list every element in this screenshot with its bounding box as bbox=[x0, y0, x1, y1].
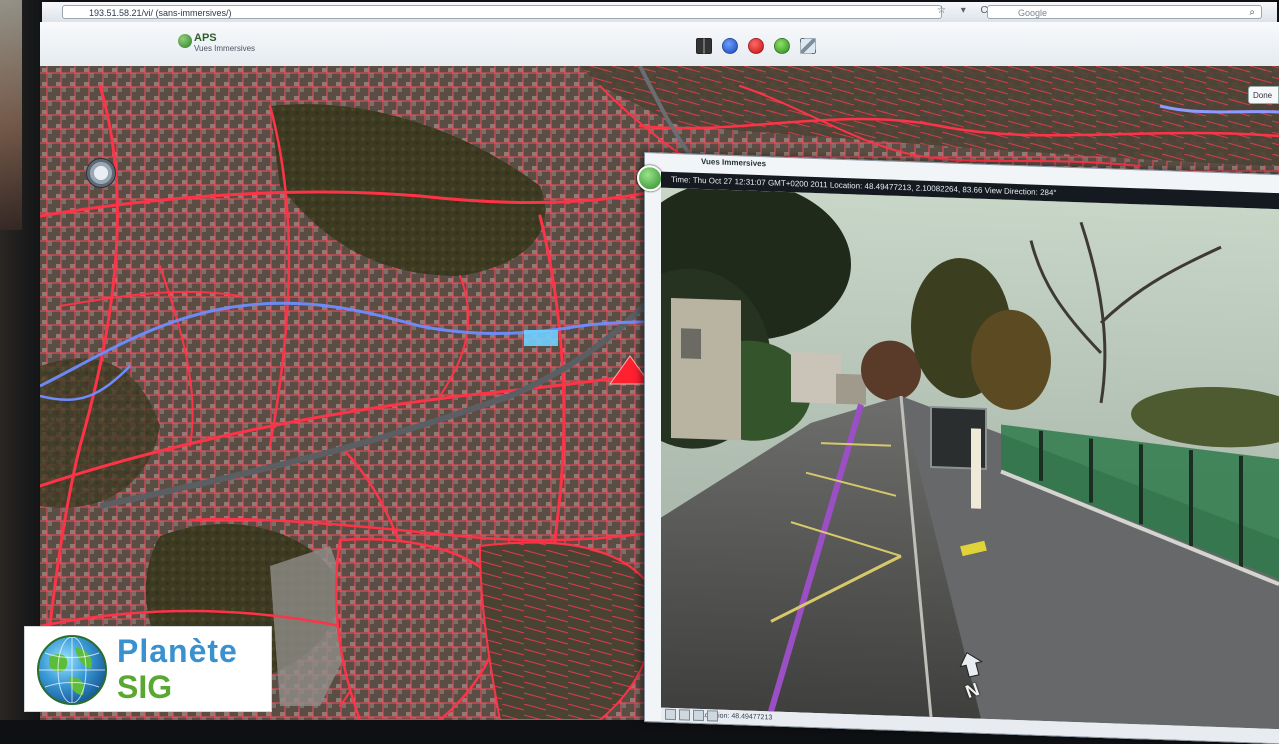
globe-icon bbox=[37, 635, 107, 705]
map-tab-button[interactable]: Done bbox=[1248, 86, 1279, 104]
watermark-line1: Planète bbox=[117, 633, 238, 669]
record-icon[interactable] bbox=[748, 38, 764, 54]
browser-toolbar: 193.51.58.21/vi/ (sans-immersives/) ☆ ▾ … bbox=[42, 2, 1277, 23]
app-header: APS Vues Immersives bbox=[40, 22, 1279, 67]
viewer-title: Vues Immersives bbox=[701, 156, 767, 169]
watermark-line2: SIG bbox=[117, 669, 173, 705]
address-bar[interactable]: 193.51.58.21/vi/ (sans-immersives/) bbox=[62, 5, 942, 19]
logo-mark-icon bbox=[178, 34, 192, 48]
app-toolbar bbox=[696, 38, 816, 58]
bezel-reflection bbox=[0, 0, 22, 230]
search-icon[interactable]: ⌕ bbox=[1249, 6, 1255, 20]
logo-text: APS bbox=[194, 32, 217, 44]
capture-icon[interactable] bbox=[665, 708, 676, 721]
channel-watermark: Planète SIG bbox=[24, 626, 272, 712]
street-scene bbox=[661, 187, 1279, 730]
go-arrow-icon[interactable] bbox=[774, 38, 790, 54]
logo-subtitle: Vues Immersives bbox=[194, 44, 256, 53]
address-text: 193.51.58.21/vi/ (sans-immersives/) bbox=[89, 8, 232, 18]
search-placeholder: Google bbox=[1018, 8, 1048, 18]
pan-zoom-control[interactable] bbox=[86, 158, 116, 188]
search-input[interactable]: Google ⌕ bbox=[987, 5, 1262, 19]
immersive-viewer-window[interactable]: Vues Immersives Time: Thu Oct 27 12:31:0… bbox=[637, 152, 1279, 744]
book-icon[interactable] bbox=[696, 38, 712, 54]
viewer-link-icon[interactable] bbox=[637, 164, 663, 192]
layer-icon[interactable] bbox=[693, 709, 704, 722]
info-icon[interactable] bbox=[722, 38, 738, 54]
address-tools[interactable]: ☆ ▾ C bbox=[937, 5, 994, 16]
draw-tool-icon[interactable] bbox=[800, 38, 816, 54]
info-small-icon[interactable] bbox=[679, 709, 690, 721]
street-panorama[interactable]: N bbox=[661, 187, 1279, 730]
